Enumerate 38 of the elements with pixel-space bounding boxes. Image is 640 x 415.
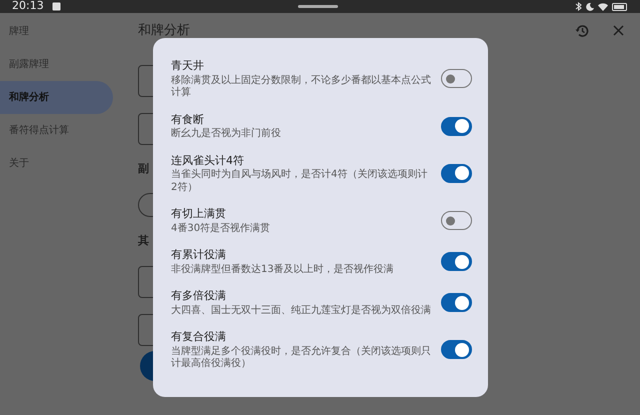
moon-icon — [586, 2, 594, 10]
option-description: 4番30符是否视作满贯 — [171, 222, 272, 235]
sidebar-item[interactable]: 牌理 — [0, 15, 113, 48]
close-icon[interactable] — [613, 25, 624, 36]
sidebar-item[interactable]: 副露牌理 — [0, 48, 113, 81]
drag-handle[interactable] — [298, 5, 338, 8]
option-title: 连风雀头计4符 — [171, 152, 245, 168]
toggle-switch[interactable] — [441, 340, 472, 360]
option-title: 有食断 — [171, 112, 205, 128]
history-icon[interactable] — [575, 24, 589, 38]
option-description: 当雀头同时为自风与场风时，是否计4符（关闭该选项则计2符） — [171, 169, 428, 194]
option-description: 移除满贯及以上固定分数限制，不论多少番都以基本点公式计算 — [171, 74, 431, 100]
page-title: 和牌分析 — [138, 22, 190, 40]
toggle-switch[interactable] — [441, 211, 472, 230]
option-description: 大四喜、国士无双十三面、纯正九莲宝灯是否视为双倍役满 — [171, 304, 431, 317]
toggle-switch[interactable] — [441, 252, 472, 271]
option-description: 非役满牌型但番数达13番及以上时，是否视作役满 — [171, 264, 395, 276]
bluetooth-icon — [574, 2, 582, 11]
toggle-switch[interactable] — [441, 164, 472, 183]
sidebar-item[interactable]: 和牌分析 — [0, 81, 113, 114]
option-title: 有多倍役满 — [171, 288, 227, 304]
notification-icon — [52, 2, 61, 11]
option-description: 断幺九是否视为非门前役 — [171, 128, 282, 140]
sidebar-item[interactable]: 关于 — [0, 147, 113, 180]
battery-icon — [612, 2, 628, 10]
toggle-switch[interactable] — [441, 69, 472, 88]
option-title: 有复合役满 — [171, 329, 227, 345]
toggle-switch[interactable] — [441, 293, 472, 312]
wifi-icon — [598, 2, 608, 10]
sidebar-item[interactable]: 番符得点计算 — [0, 114, 113, 147]
clock: 20:13 — [12, 0, 44, 14]
option-description: 当牌型满足多个役满役时，是否允许复合（关闭该选项则只计最高倍役满役） — [171, 346, 431, 370]
option-title: 有累计役满 — [171, 247, 227, 263]
toggle-switch[interactable] — [441, 116, 472, 136]
option-title: 青天井 — [171, 58, 205, 74]
option-title: 有切上满贯 — [171, 206, 227, 222]
section-heading: 其 — [138, 233, 149, 249]
section-heading: 副 — [138, 160, 149, 176]
